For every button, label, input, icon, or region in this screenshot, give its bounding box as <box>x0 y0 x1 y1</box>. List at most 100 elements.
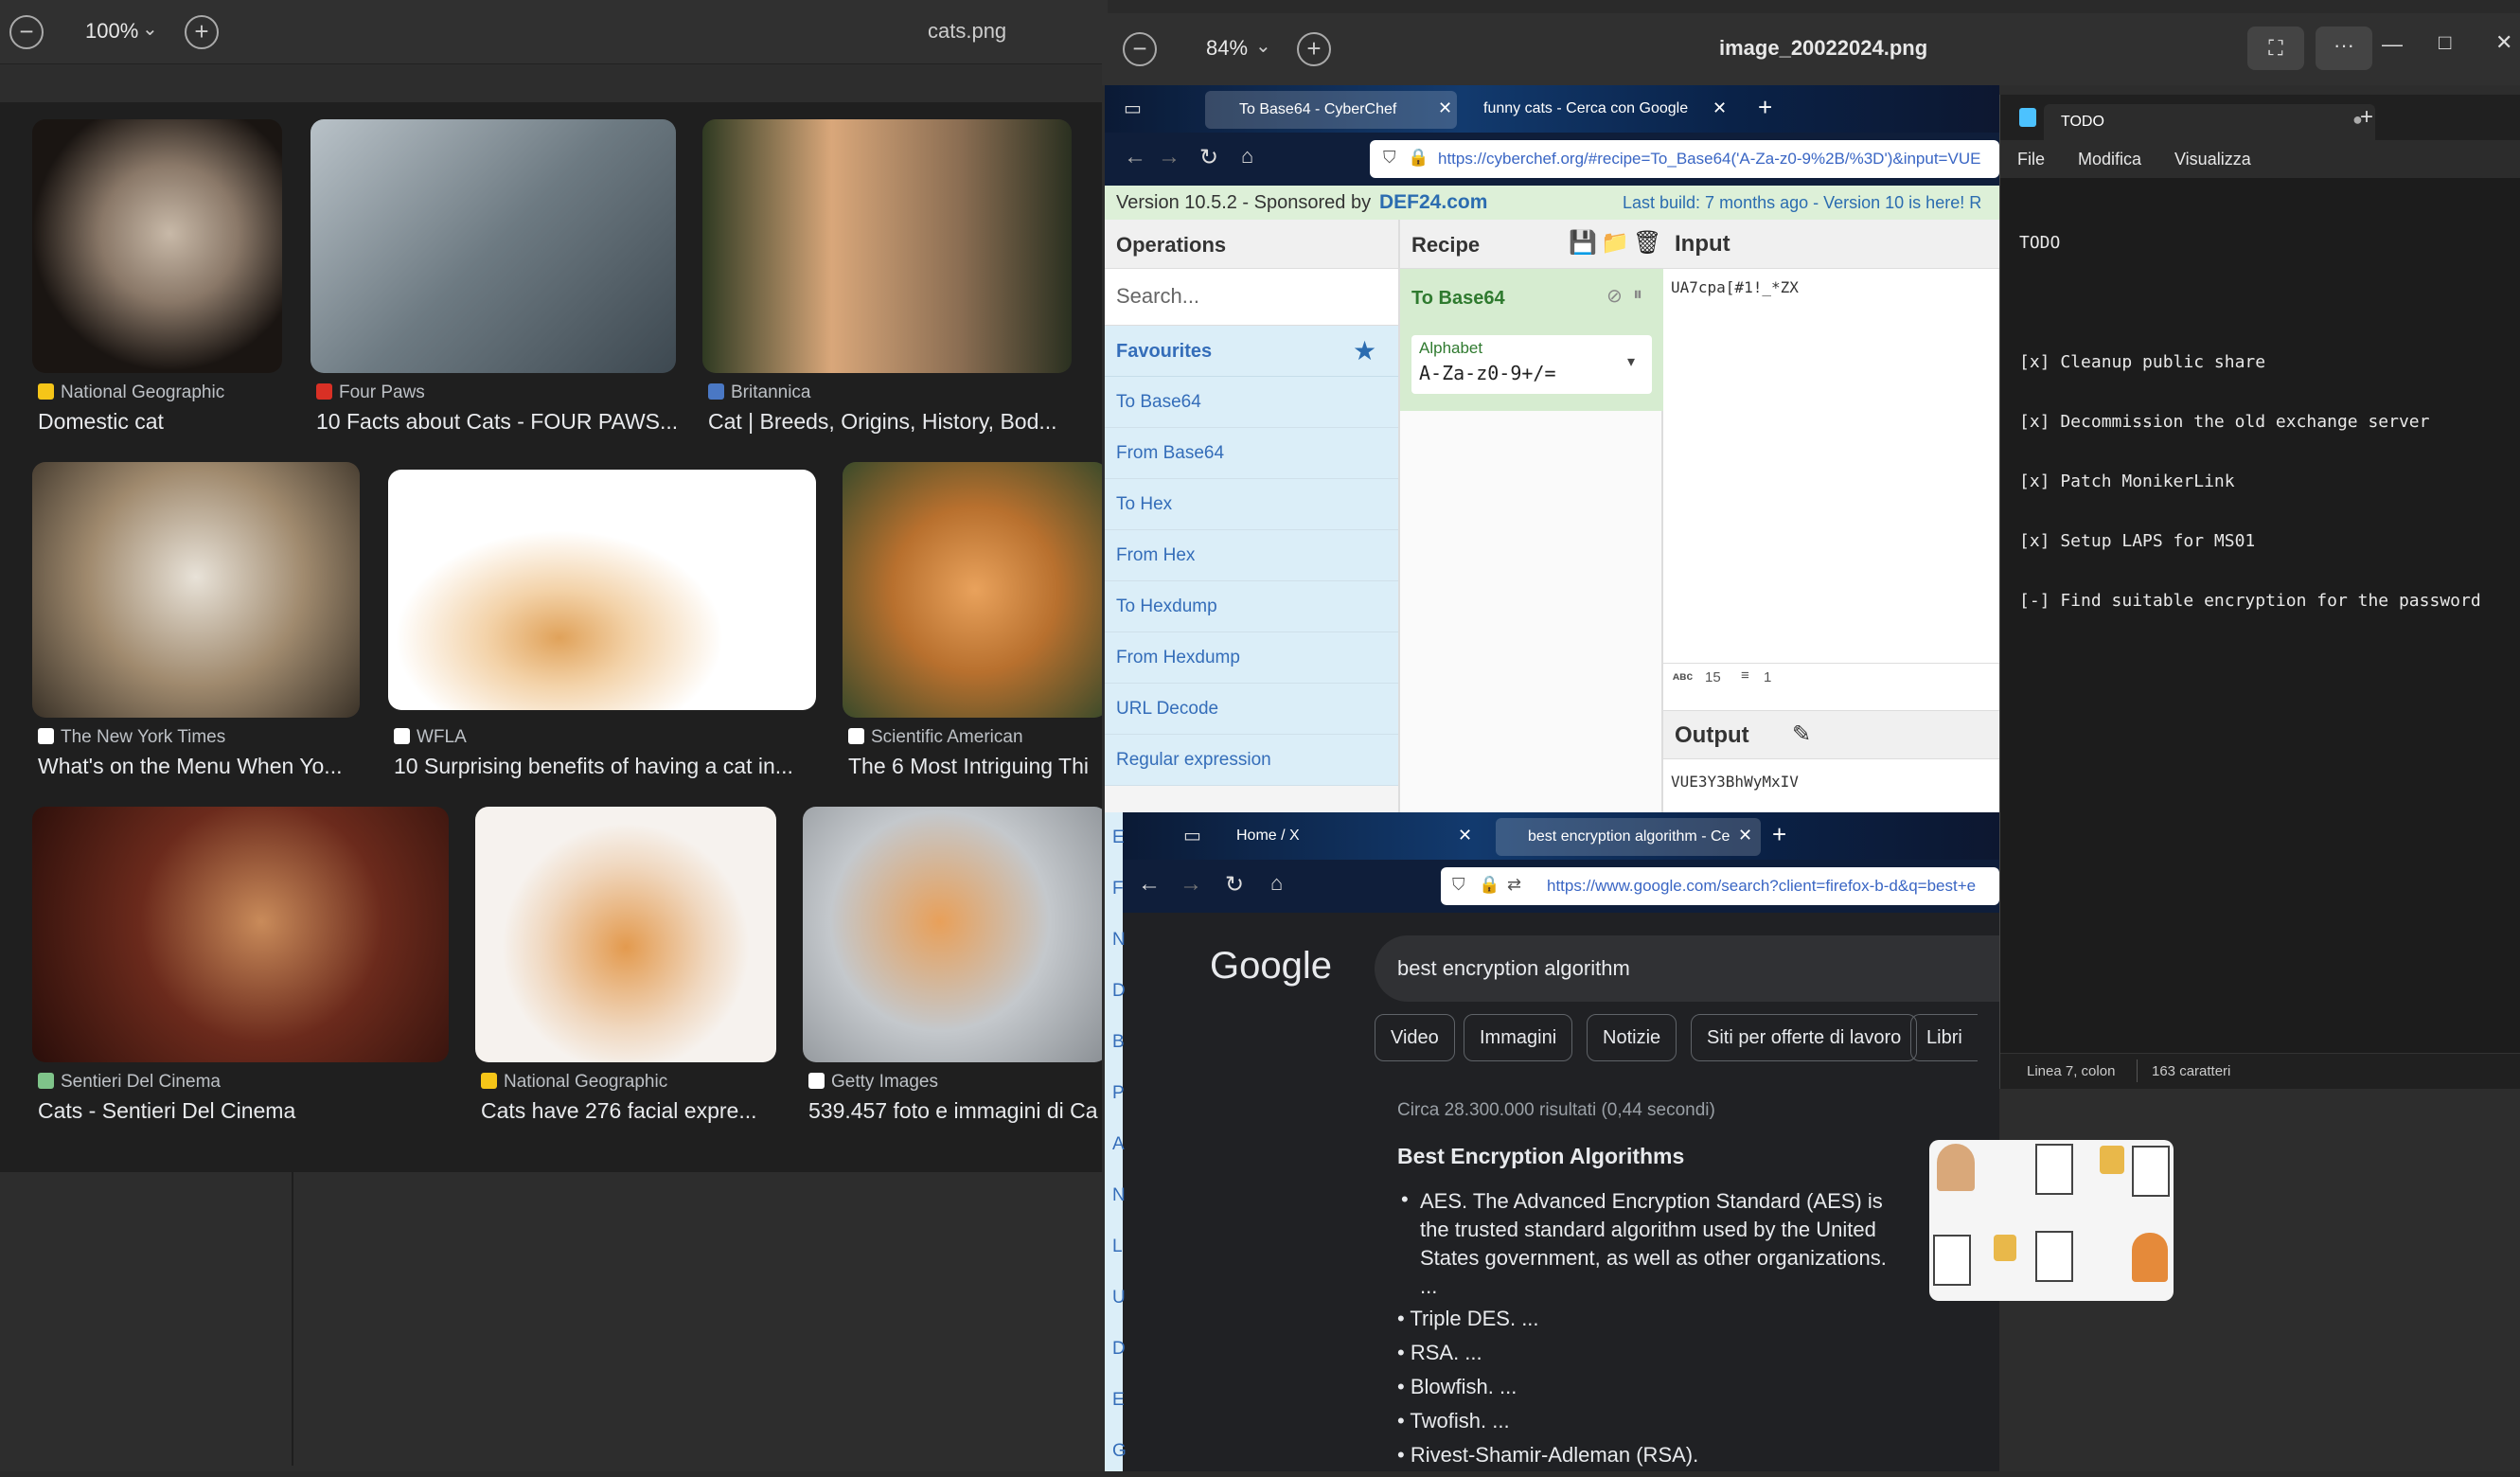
tab-todo[interactable]: TODO ● <box>2044 104 2375 140</box>
reload-icon[interactable]: ↻ <box>1199 144 1218 171</box>
op-letter: D <box>1112 981 1126 1001</box>
tab-list-icon[interactable]: ▭ <box>1124 97 1142 120</box>
chevron-down-icon[interactable]: ⌄ <box>1255 34 1271 58</box>
chip-notizie[interactable]: Notizie <box>1587 1014 1677 1061</box>
op-url-decode[interactable]: URL Decode <box>1105 684 1398 735</box>
dropdown-icon[interactable]: ▾ <box>1627 352 1635 371</box>
trash-icon[interactable]: 🗑 <box>1633 229 1661 257</box>
text-line: [-] Find suitable encryption for the pas… <box>2019 591 2481 611</box>
chip-immagini[interactable]: Immagini <box>1464 1014 1573 1061</box>
result-title[interactable]: What's on the Menu When Yo... <box>38 754 360 779</box>
notepad-text[interactable]: TODO [x] Cleanup public share [x] Decomm… <box>2019 193 2481 650</box>
cat-image[interactable] <box>32 119 282 373</box>
cat-image[interactable] <box>32 807 449 1062</box>
cat-image[interactable] <box>843 462 1108 718</box>
cat-image[interactable] <box>311 119 676 373</box>
tab-x[interactable]: Home / X <box>1236 827 1300 845</box>
menu-modifica[interactable]: Modifica <box>2078 150 2141 169</box>
tab-google[interactable]: funny cats - Cerca con Google <box>1483 100 1720 117</box>
maximize-button[interactable]: □ <box>2439 30 2451 55</box>
result-title[interactable]: 10 Facts about Cats - FOUR PAWS... <box>316 409 676 435</box>
result-title[interactable]: Cats have 276 facial expre... <box>481 1098 774 1124</box>
sender-icon <box>1937 1144 1975 1191</box>
op-to-base64[interactable]: To Base64 <box>1105 377 1398 428</box>
cat-image[interactable] <box>702 119 1072 373</box>
zoom-level[interactable]: 84% <box>1206 36 1248 61</box>
result-title[interactable]: 539.457 foto e immagini di Ca <box>808 1098 1108 1124</box>
cat-image[interactable] <box>803 807 1108 1062</box>
result-title[interactable]: Domestic cat <box>38 409 284 435</box>
tab-cyberchef[interactable]: To Base64 - CyberChef <box>1205 91 1457 129</box>
recipe-operation[interactable]: To Base64 ⊘ ⏸ Alphabet A-Za-z0-9+/= ▾ <box>1400 269 1663 411</box>
fullscreen-icon[interactable]: ⛶ <box>2247 27 2304 70</box>
op-from-base64[interactable]: From Base64 <box>1105 428 1398 479</box>
reload-icon[interactable]: ↻ <box>1225 871 1244 899</box>
bullet-line: ... <box>1420 1274 1438 1298</box>
menu-file[interactable]: File <box>2017 150 2045 169</box>
close-button[interactable]: ✕ <box>2495 30 2512 55</box>
tab-google-search[interactable]: best encryption algorithm - Ce <box>1496 818 1761 856</box>
new-tab-icon[interactable]: + <box>1772 820 1786 849</box>
chip-siti-lavoro[interactable]: Siti per offerte di lavoro <box>1691 1014 1918 1061</box>
google-browser: ▭ Home / X ✕ best encryption algorithm -… <box>1123 812 2174 1471</box>
close-tab-icon[interactable]: ✕ <box>1458 826 1472 845</box>
back-icon[interactable]: ← <box>1124 144 1146 170</box>
pause-icon[interactable]: ⏸ <box>1633 284 1642 306</box>
shield-icon: ⛉ <box>1383 148 1396 167</box>
op-to-hexdump[interactable]: To Hexdump <box>1105 581 1398 632</box>
op-from-hexdump[interactable]: From Hexdump <box>1105 632 1398 684</box>
build-info[interactable]: Last build: 7 months ago - Version 10 is… <box>1623 193 1981 213</box>
result-title[interactable]: 10 Surprising benefits of having a cat i… <box>394 754 810 779</box>
encryption-diagram-image[interactable] <box>1929 1140 2174 1301</box>
alphabet-select[interactable]: Alphabet A-Za-z0-9+/= ▾ <box>1411 335 1652 394</box>
zoom-in-button[interactable]: + <box>185 15 219 49</box>
result-title[interactable]: Cats - Sentieri Del Cinema <box>38 1098 445 1124</box>
operations-search[interactable]: Search... <box>1105 269 1398 326</box>
home-icon[interactable]: ⌂ <box>1241 144 1253 169</box>
forward-icon[interactable]: → <box>1158 144 1180 170</box>
folder-icon[interactable]: 📁 <box>1601 229 1629 257</box>
cat-image[interactable] <box>32 462 360 718</box>
google-logo[interactable]: Google <box>1210 945 1332 988</box>
input-textarea[interactable]: UA7cpa[#1!_*ZX <box>1671 278 1799 296</box>
result-title[interactable]: Cat | Breeds, Origins, History, Bod... <box>708 409 1087 435</box>
tab-list-icon[interactable]: ▭ <box>1183 824 1201 847</box>
close-tab-icon[interactable]: ✕ <box>1713 98 1727 118</box>
home-icon[interactable]: ⌂ <box>1270 871 1283 896</box>
url-bar[interactable]: ⛉ 🔒 ⇄ https://www.google.com/search?clie… <box>1441 867 1999 905</box>
national-geographic-icon <box>481 1073 497 1089</box>
tab-bar: ▭ To Base64 - CyberChef ✕ funny cats - C… <box>1105 85 1999 133</box>
more-icon[interactable]: ··· <box>2316 27 2372 70</box>
favourites-category[interactable]: Favourites ★ <box>1105 326 1398 377</box>
bullet-text: Blowfish. ... <box>1410 1375 1517 1398</box>
chip-video[interactable]: Video <box>1375 1014 1455 1061</box>
chip-libri[interactable]: Libri <box>1910 1014 1978 1061</box>
menu-visualizza[interactable]: Visualizza <box>2174 150 2251 169</box>
minimize-button[interactable]: — <box>2382 32 2403 57</box>
disable-icon[interactable]: ⊘ <box>1606 284 1623 308</box>
forward-icon[interactable]: → <box>1180 871 1202 898</box>
star-icon[interactable]: ★ <box>1353 335 1376 366</box>
new-tab-icon[interactable]: + <box>2360 104 2373 131</box>
op-to-hex[interactable]: To Hex <box>1105 479 1398 530</box>
back-icon[interactable]: ← <box>1138 871 1161 898</box>
chevron-down-icon[interactable]: ⌄ <box>142 17 158 41</box>
close-tab-icon[interactable]: ✕ <box>1438 98 1452 118</box>
save-icon[interactable]: 💾 <box>1569 229 1597 257</box>
result-title[interactable]: The 6 Most Intriguing Thi <box>848 754 1108 779</box>
new-tab-icon[interactable]: + <box>1758 93 1772 122</box>
url-bar[interactable]: ⛉ 🔒 https://cyberchef.org/#recipe=To_Bas… <box>1370 140 1999 178</box>
op-regular-expression[interactable]: Regular expression <box>1105 735 1398 786</box>
zoom-out-button[interactable]: − <box>9 15 44 49</box>
key-icon <box>1994 1235 2016 1261</box>
search-input[interactable]: best encryption algorithm <box>1375 935 1999 1002</box>
zoom-in-button[interactable]: + <box>1297 32 1331 66</box>
magic-wand-icon[interactable]: ✎ <box>1792 721 1811 748</box>
cat-image[interactable] <box>388 470 816 710</box>
sponsor-link[interactable]: DEF24.com <box>1379 191 1487 214</box>
cat-image[interactable] <box>475 807 776 1062</box>
zoom-out-button[interactable]: − <box>1123 32 1157 66</box>
op-from-hex[interactable]: From Hex <box>1105 530 1398 581</box>
close-tab-icon[interactable]: ✕ <box>1738 826 1752 845</box>
zoom-level[interactable]: 100% <box>85 19 138 44</box>
